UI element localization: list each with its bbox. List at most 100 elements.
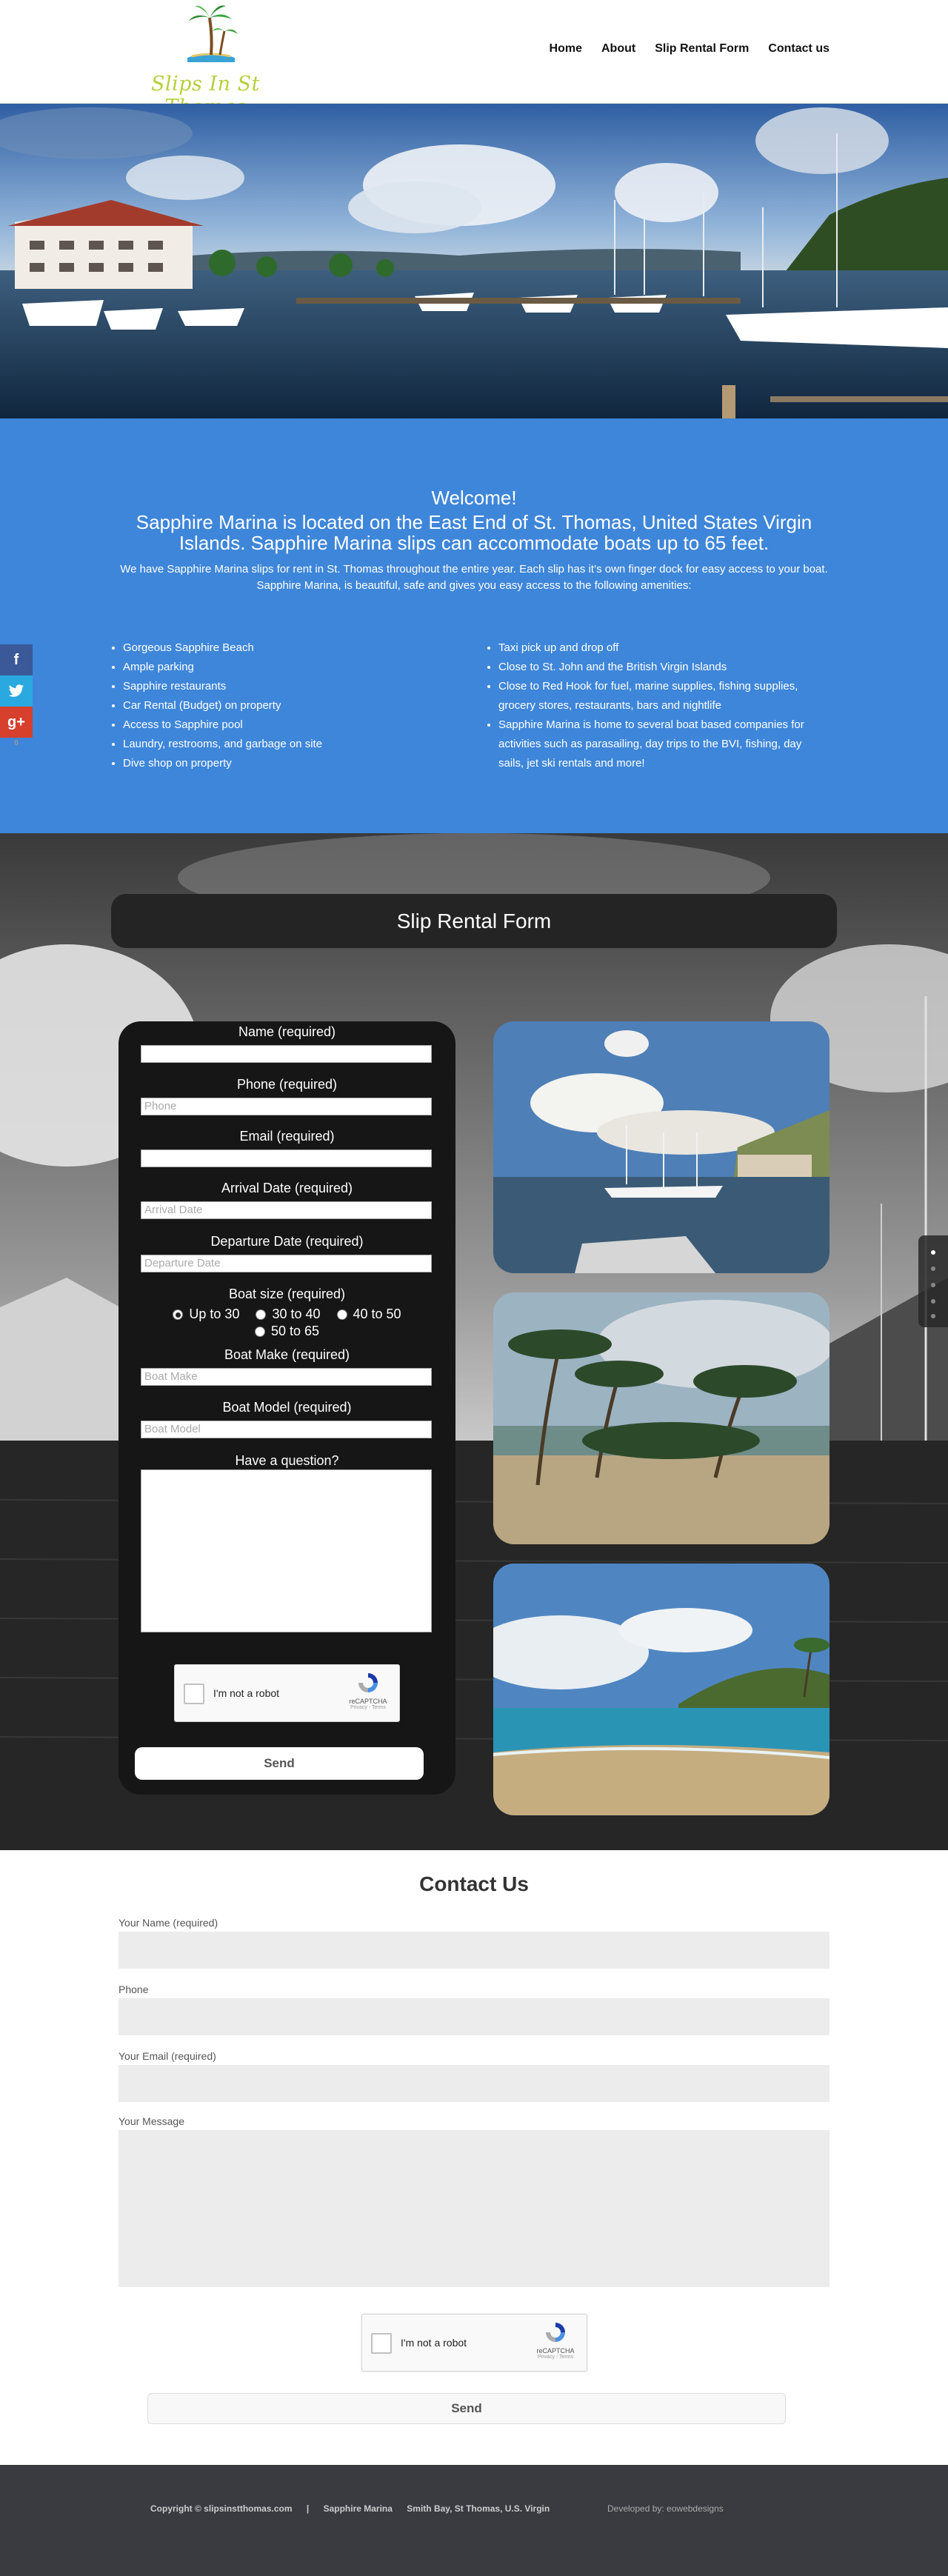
arrival-date-input[interactable]: Arrival Date <box>141 1201 432 1219</box>
amenities-list-right: Taxi pick up and drop off Close to St. J… <box>485 638 818 773</box>
contact-name-input[interactable] <box>118 1932 830 1969</box>
welcome-title: Welcome! <box>431 487 517 509</box>
contact-phone-input[interactable] <box>118 1998 830 2035</box>
facebook-share-button[interactable]: f <box>0 644 33 675</box>
recaptcha-brand: reCAPTCHA Privacy - Terms <box>532 2320 579 2360</box>
footer-separator: | <box>306 2503 310 2514</box>
marina-photo-illustration <box>493 1021 830 1273</box>
phone-input[interactable]: Phone <box>141 1098 432 1115</box>
facebook-icon: f <box>13 651 19 668</box>
welcome-subtitle: Sapphire Marina is located on the East E… <box>136 511 812 554</box>
dot-nav-item[interactable] <box>931 1314 935 1318</box>
recaptcha-terms-link[interactable]: Privacy - Terms <box>532 2355 579 2360</box>
boat-size-radio-30-to-40[interactable]: 30 to 40 <box>256 1307 321 1322</box>
boat-make-label: Boat Make (required) <box>224 1347 350 1362</box>
recaptcha-brand: reCAPTCHA Privacy - Terms <box>344 1671 392 1710</box>
recaptcha-logo-icon <box>358 1673 378 1692</box>
welcome-section: Welcome! Sapphire Marina is located on t… <box>0 418 948 833</box>
email-input[interactable] <box>141 1149 432 1167</box>
contact-message-label: Your Message <box>118 2115 184 2127</box>
palm-island-logo-icon <box>187 5 238 62</box>
dot-nav-item[interactable] <box>931 1250 935 1255</box>
site-footer: Copyright © slipsinstthomas.com | Sapphi… <box>0 2465 948 2576</box>
contact-phone-label: Phone <box>118 1983 149 1995</box>
recaptcha-terms-link[interactable]: Privacy - Terms <box>344 1705 392 1710</box>
footer-copyright: Copyright © slipsinstthomas.com <box>150 2503 293 2514</box>
list-item: Sapphire Marina is home to several boat … <box>498 715 818 773</box>
contact-recaptcha-widget: I'm not a robot reCAPTCHA Privacy - Term… <box>361 2314 587 2372</box>
welcome-body: We have Sapphire Marina slips for rent i… <box>120 563 828 592</box>
boat-size-label: Boat size (required) <box>228 1287 346 1301</box>
boat-size-radio-50-to-65[interactable]: 50 to 65 <box>254 1324 319 1339</box>
arrival-date-label: Arrival Date (required) <box>221 1181 353 1195</box>
site-logo[interactable]: Slips In St Thomas <box>122 0 289 119</box>
footer-developer-credit[interactable]: Developed by: eowebdesigns <box>607 2503 724 2514</box>
slip-rental-section: Slip Rental Form Name (required) Phone (… <box>0 833 948 1850</box>
contact-name-label: Your Name (required) <box>118 1917 218 1929</box>
twitter-icon <box>8 684 24 697</box>
googleplus-share-button[interactable]: g+ <box>0 707 33 738</box>
nav-about[interactable]: About <box>601 42 635 56</box>
list-item: Ample parking <box>123 658 443 677</box>
list-item: Sapphire restaurants <box>123 677 443 696</box>
boat-size-radio-40-to-50[interactable]: 40 to 50 <box>336 1307 401 1322</box>
contact-message-textarea[interactable] <box>118 2130 830 2287</box>
name-input[interactable] <box>141 1045 432 1063</box>
marina-photo-1 <box>493 1021 830 1273</box>
footer-info: Copyright © slipsinstthomas.com | Sapphi… <box>150 2503 561 2514</box>
boat-model-label: Boat Model (required) <box>222 1400 352 1415</box>
footer-address: Smith Bay, St Thomas, U.S. Virgin <box>407 2503 550 2514</box>
question-textarea[interactable] <box>141 1469 432 1632</box>
radio-icon <box>256 1309 267 1320</box>
recaptcha-checkbox[interactable] <box>184 1684 204 1704</box>
share-count: 0 <box>14 738 19 747</box>
recaptcha-label: I'm not a robot <box>213 1687 280 1699</box>
recaptcha-widget: I'm not a robot reCAPTCHA Privacy - Term… <box>174 1664 400 1722</box>
phone-label: Phone (required) <box>236 1077 338 1092</box>
boat-size-radio-up-to-30[interactable]: Up to 30 <box>173 1307 239 1322</box>
amenities-list-left: Gorgeous Sapphire Beach Ample parking Sa… <box>110 638 443 773</box>
nav-home[interactable]: Home <box>550 42 582 56</box>
radio-icon <box>254 1326 265 1337</box>
radio-selected-icon <box>173 1309 184 1320</box>
name-label: Name (required) <box>238 1024 336 1039</box>
list-item: Car Rental (Budget) on property <box>123 696 443 715</box>
contact-section: Contact Us Your Name (required) Phone Yo… <box>0 1850 948 2465</box>
recaptcha-label: I'm not a robot <box>401 2337 467 2349</box>
main-nav: Home About Slip Rental Form Contact us <box>530 42 830 56</box>
departure-date-label: Departure Date (required) <box>210 1234 364 1249</box>
beach-photo-illustration <box>493 1292 830 1544</box>
slip-rental-form: Name (required) Phone (required) Phone E… <box>118 1021 455 1795</box>
departure-date-input[interactable]: Departure Date <box>141 1255 432 1272</box>
section-dot-navigation <box>918 1235 948 1327</box>
recaptcha-logo-icon <box>546 2323 565 2342</box>
rental-send-button[interactable]: Send <box>135 1747 424 1780</box>
dot-nav-item[interactable] <box>931 1267 935 1271</box>
recaptcha-checkbox[interactable] <box>371 2333 392 2354</box>
beach-hills-photo <box>493 1564 830 1815</box>
marina-photo-illustration <box>0 104 948 418</box>
googleplus-icon: g+ <box>7 713 25 730</box>
list-item: Laundry, restrooms, and garbage on site <box>123 735 443 754</box>
social-share-bar: f g+ 0 <box>0 644 33 748</box>
hero-marina-image <box>0 104 948 418</box>
boat-make-input[interactable]: Boat Make <box>141 1368 432 1386</box>
list-item: Access to Sapphire pool <box>123 715 443 735</box>
email-label: Email (required) <box>239 1129 335 1144</box>
boat-model-input[interactable]: Boat Model <box>141 1421 432 1438</box>
list-item: Dive shop on property <box>123 754 443 773</box>
dot-nav-item[interactable] <box>931 1299 935 1304</box>
twitter-share-button[interactable] <box>0 675 33 707</box>
radio-icon <box>336 1309 347 1320</box>
site-header: Slips In St Thomas Home About Slip Renta… <box>0 0 948 119</box>
rental-form-title: Slip Rental Form <box>111 894 837 948</box>
beach-photo-illustration <box>493 1564 830 1815</box>
list-item: Gorgeous Sapphire Beach <box>123 638 443 658</box>
beach-palms-photo <box>493 1292 830 1544</box>
dot-nav-item[interactable] <box>931 1283 935 1287</box>
nav-contact-us[interactable]: Contact us <box>768 42 830 56</box>
contact-title: Contact Us <box>419 1872 529 1895</box>
contact-email-input[interactable] <box>118 2065 830 2102</box>
nav-slip-rental-form[interactable]: Slip Rental Form <box>655 42 749 56</box>
contact-send-button[interactable]: Send <box>147 2393 786 2424</box>
